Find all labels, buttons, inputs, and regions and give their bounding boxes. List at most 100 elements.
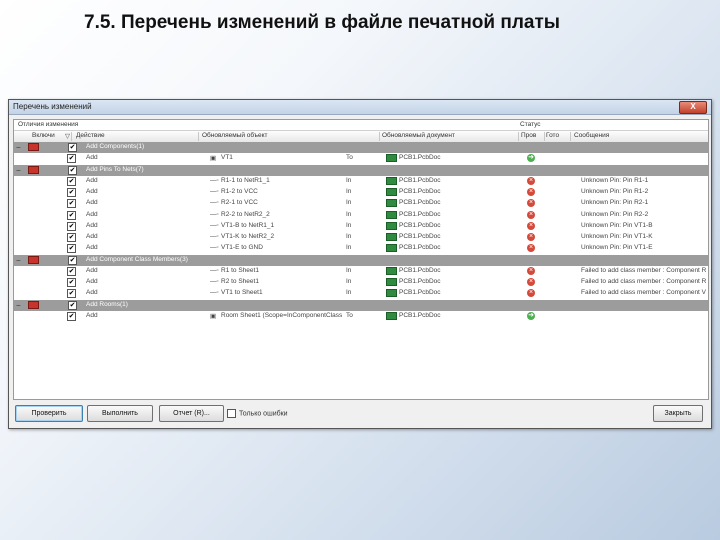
validate-changes-button[interactable]: Проверить [15, 405, 83, 422]
pcb-document-icon [386, 199, 397, 208]
change-row[interactable]: ✔ Add —◦ R1-2 to VCC In PCB1.PcbDoc × Unknown P… [14, 187, 708, 198]
enable-checkbox[interactable]: ✔ [67, 278, 76, 287]
object-text: VT1-K to NetR2_2 [221, 233, 275, 240]
pin-icon: —◦ [210, 188, 219, 195]
change-row[interactable]: ✔ Add —◦ R2-2 to NetR2_2 In PCB1.PcbDoc × Unkno… [14, 210, 708, 221]
check-error-icon: × [527, 176, 535, 185]
group-checkbox[interactable]: ✔ [68, 300, 77, 310]
change-row[interactable]: ✔ Add —◦ R2-1 to VCC In PCB1.PcbDoc × Unknown P… [14, 198, 708, 209]
check-error-icon: × [527, 278, 535, 286]
message-text: Unknown Pin: Pin R2-2 [581, 210, 649, 218]
folder-icon [28, 165, 39, 174]
filter-icon[interactable]: ▽ [65, 132, 70, 140]
group-checkbox[interactable]: ✔ [68, 143, 77, 152]
group-checkbox[interactable]: ✔ [68, 255, 77, 265]
message-text: Unknown Pin: Pin VT1-B [581, 221, 653, 229]
only-errors-checkbox[interactable] [227, 409, 236, 418]
execute-changes-button[interactable]: Выполнить [87, 405, 153, 422]
object-text: R1 to Sheet1 [221, 266, 259, 274]
message-text: Failed to add class member : Component R [581, 266, 707, 274]
pin-icon: —◦ [210, 289, 219, 297]
to-text: In [346, 244, 352, 252]
close-button[interactable]: Закрыть [653, 405, 703, 422]
col-object[interactable]: Обновляемый объект [202, 132, 268, 139]
action-text: Add [86, 221, 98, 229]
action-text: Add [86, 266, 98, 274]
change-row[interactable]: ✔ Add ▣ Room Sheet1 (Scope=InComponentClass… [14, 311, 708, 322]
message-text: Unknown Pin: Pin VT1-E [581, 244, 653, 252]
enable-checkbox[interactable]: ✔ [67, 244, 76, 254]
group-row[interactable]: − ✔ Add Rooms(1) [14, 299, 708, 311]
object-text: R1-1 to NetR1_1 [221, 176, 270, 184]
enable-checkbox[interactable]: ✔ [67, 221, 76, 231]
to-text: In [346, 221, 352, 229]
pcb-document-icon [386, 311, 397, 320]
component-icon: ▣ [210, 312, 217, 320]
expand-toggle-icon[interactable]: − [16, 166, 21, 175]
change-row[interactable]: ✔ Add —◦ R1 to Sheet1 In PCB1.PcbDoc × Failed t… [14, 266, 708, 277]
enable-checkbox[interactable]: ✔ [67, 289, 76, 299]
col-enable[interactable]: Включи [32, 132, 55, 139]
change-row[interactable]: ✔ Add —◦ VT1 to Sheet1 In PCB1.PcbDoc × Failed … [14, 288, 708, 299]
enable-checkbox[interactable]: ✔ [67, 311, 76, 321]
change-row[interactable]: ✔ Add —◦ R2 to Sheet1 In PCB1.PcbDoc × Failed t… [14, 277, 708, 288]
enable-checkbox[interactable]: ✔ [67, 176, 76, 186]
dialog-title: Перечень изменений [13, 102, 92, 111]
object-text: VT1-E to GND [221, 244, 263, 252]
to-text: To [346, 311, 353, 319]
object-text: VT1 to Sheet1 [221, 289, 263, 297]
folder-icon [28, 255, 39, 264]
object-text: VT1-B to NetR1_1 [221, 221, 275, 229]
enable-checkbox[interactable]: ✔ [67, 188, 76, 197]
group-checkbox[interactable]: ✔ [68, 165, 77, 175]
change-row[interactable]: ✔ Add —◦ VT1-K to NetR2_2 In PCB1.PcbDoc × Unkn… [14, 232, 708, 243]
object-text: Room Sheet1 (Scope=InComponentClass [221, 311, 343, 319]
pcb-document-icon [386, 266, 397, 275]
group-row[interactable]: − ✔ Add Pins To Nets(7) [14, 164, 708, 176]
enable-checkbox[interactable]: ✔ [67, 210, 76, 220]
pcb-document-icon [386, 233, 397, 241]
only-errors-toggle[interactable]: Только ошибки [227, 409, 288, 418]
folder-icon [28, 143, 39, 151]
enable-checkbox[interactable]: ✔ [67, 199, 76, 209]
to-text: In [346, 266, 352, 274]
message-text: Unknown Pin: Pin VT1-K [581, 233, 653, 240]
close-window-button[interactable]: X [679, 101, 707, 114]
pcb-document-icon [386, 154, 397, 163]
expand-toggle-icon[interactable]: − [16, 256, 21, 265]
check-error-icon: × [527, 188, 535, 196]
group-label: Add Components(1) [86, 143, 145, 150]
enable-checkbox[interactable]: ✔ [67, 154, 76, 164]
col-action[interactable]: Действие [76, 132, 105, 139]
check-error-icon: × [527, 233, 535, 241]
document-text: PCB1.PcbDoc [399, 221, 441, 229]
group-label: Add Pins To Nets(7) [86, 165, 144, 173]
to-text: In [346, 278, 352, 285]
action-text: Add [86, 199, 98, 207]
change-row[interactable]: ✔ Add —◦ VT1-E to GND In PCB1.PcbDoc × Unknown … [14, 243, 708, 254]
document-text: PCB1.PcbDoc [399, 188, 441, 195]
action-text: Add [86, 233, 98, 240]
enable-checkbox[interactable]: ✔ [67, 233, 76, 242]
expand-toggle-icon[interactable]: − [16, 301, 21, 310]
group-label: Add Rooms(1) [86, 300, 128, 308]
enable-checkbox[interactable]: ✔ [67, 266, 76, 276]
group-row[interactable]: − ✔ Add Components(1) [14, 142, 708, 153]
col-check[interactable]: Пров [521, 132, 536, 139]
to-text: In [346, 289, 352, 297]
change-row[interactable]: ✔ Add ▣ VT1 To PCB1.PcbDoc ➜ [14, 153, 708, 164]
document-text: PCB1.PcbDoc [399, 233, 441, 240]
expand-toggle-icon[interactable]: − [16, 143, 21, 152]
col-message[interactable]: Сообщения [574, 132, 609, 139]
column-group-header: Отличия изменения Статус [14, 120, 708, 130]
report-button[interactable]: Отчет (R)... [159, 405, 224, 422]
col-document[interactable]: Обновляемый документ [382, 132, 455, 139]
object-text: VT1 [221, 154, 233, 162]
col-done[interactable]: Гото [546, 132, 559, 139]
object-text: R2 to Sheet1 [221, 278, 259, 285]
change-row[interactable]: ✔ Add —◦ VT1-B to NetR1_1 In PCB1.PcbDoc × Unkn… [14, 221, 708, 232]
object-text: R2-2 to NetR2_2 [221, 210, 270, 218]
change-row[interactable]: ✔ Add —◦ R1-1 to NetR1_1 In PCB1.PcbDoc × Unkno… [14, 176, 708, 187]
pin-icon: —◦ [210, 266, 219, 274]
group-row[interactable]: − ✔ Add Component Class Members(3) [14, 254, 708, 266]
